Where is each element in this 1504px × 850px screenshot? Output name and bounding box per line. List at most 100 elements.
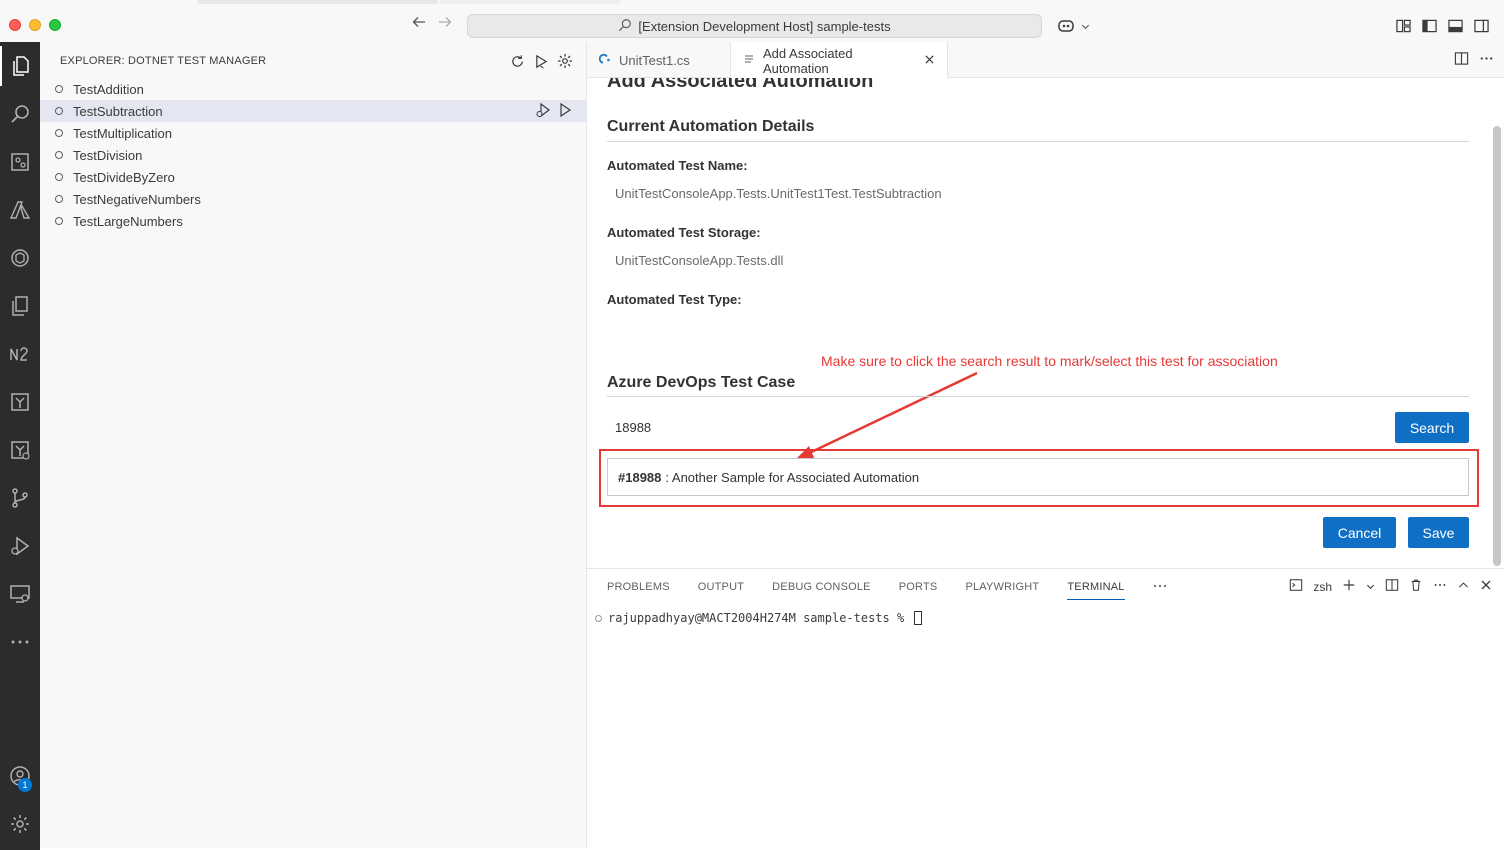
cancel-button[interactable]: Cancel bbox=[1323, 517, 1396, 548]
maximize-window-button[interactable] bbox=[49, 19, 61, 31]
test-type-label: Automated Test Type: bbox=[607, 292, 742, 307]
terminal-shell-icon[interactable] bbox=[1289, 578, 1303, 595]
csharp-file-icon bbox=[598, 53, 611, 68]
trash-icon[interactable] bbox=[1409, 578, 1423, 595]
add-associated-automation-webview: Add Associated Automation Current Automa… bbox=[587, 78, 1504, 568]
split-editor-icon[interactable] bbox=[1454, 51, 1469, 69]
new-terminal-icon[interactable] bbox=[1342, 578, 1356, 595]
refresh-icon[interactable] bbox=[508, 52, 526, 70]
activity-bar: 1 bbox=[0, 42, 40, 850]
section-divider bbox=[607, 141, 1469, 142]
result-id: #18988 bbox=[618, 469, 662, 485]
test-status-icon bbox=[55, 173, 63, 181]
forward-arrow-icon[interactable] bbox=[437, 14, 453, 35]
more-views-icon[interactable] bbox=[0, 622, 40, 662]
test-label: TestAddition bbox=[73, 81, 144, 97]
test-label: TestNegativeNumbers bbox=[73, 191, 201, 207]
more-actions-icon[interactable] bbox=[1433, 578, 1447, 595]
terminal-output[interactable]: rajuppadhyay@MACT2004H274M sample-tests … bbox=[595, 611, 923, 625]
search-result-item[interactable]: #18988 : Another Sample for Associated A… bbox=[607, 458, 1469, 496]
chevron-down-icon[interactable] bbox=[1080, 15, 1090, 37]
terminal-prompt: rajuppadhyay@MACT2004H274M sample-tests … bbox=[608, 611, 905, 625]
tab-ports[interactable]: PORTS bbox=[899, 581, 938, 600]
search-icon[interactable] bbox=[0, 94, 40, 134]
maximize-panel-icon[interactable] bbox=[1457, 579, 1470, 595]
result-title: : Another Sample for Associated Automati… bbox=[665, 469, 920, 485]
command-center-search[interactable]: [Extension Development Host] sample-test… bbox=[467, 14, 1042, 38]
azure-icon[interactable] bbox=[0, 190, 40, 230]
toggle-panel-icon[interactable] bbox=[1442, 15, 1468, 37]
manage-gear-icon[interactable] bbox=[0, 804, 40, 844]
more-actions-icon[interactable] bbox=[1479, 51, 1494, 69]
copy-files-icon[interactable] bbox=[0, 286, 40, 326]
test-item-large-numbers[interactable]: TestLargeNumbers bbox=[40, 210, 587, 232]
debug-test-icon[interactable] bbox=[535, 102, 551, 121]
test-explorer-icon[interactable] bbox=[0, 382, 40, 422]
run-all-tests-icon[interactable] bbox=[532, 52, 550, 70]
tab-problems[interactable]: PROBLEMS bbox=[607, 581, 670, 600]
close-tab-icon[interactable] bbox=[924, 53, 935, 68]
test-status-icon bbox=[55, 85, 63, 93]
settings-gear-icon[interactable] bbox=[556, 52, 574, 70]
run-debug-icon[interactable] bbox=[0, 526, 40, 566]
test-status-icon bbox=[55, 107, 63, 115]
azure-devops-section-title: Azure DevOps Test Case bbox=[607, 374, 796, 391]
test-item-divide-by-zero[interactable]: TestDivideByZero bbox=[40, 166, 587, 188]
explorer-icon[interactable] bbox=[0, 46, 40, 86]
editor-tab-bar: UnitTest1.cs Add Associated Automation bbox=[587, 42, 1504, 79]
panel-overflow-icon[interactable] bbox=[1153, 581, 1167, 600]
test-item-subtraction[interactable]: TestSubtraction bbox=[40, 100, 587, 122]
tab-terminal[interactable]: TERMINAL bbox=[1067, 581, 1125, 600]
run-test-icon[interactable] bbox=[557, 102, 573, 121]
search-button[interactable]: Search bbox=[1395, 412, 1469, 443]
webview-scrollbar[interactable] bbox=[1493, 126, 1501, 566]
toggle-primary-sidebar-icon[interactable] bbox=[1416, 15, 1442, 37]
chevron-down-icon[interactable] bbox=[1366, 580, 1375, 594]
n8n-icon[interactable] bbox=[0, 334, 40, 374]
copilot-icon[interactable] bbox=[1054, 15, 1080, 37]
chatgpt-icon[interactable] bbox=[0, 238, 40, 278]
test-item-addition[interactable]: TestAddition bbox=[40, 78, 587, 100]
test-item-negative-numbers[interactable]: TestNegativeNumbers bbox=[40, 188, 587, 210]
source-control-icon[interactable] bbox=[0, 478, 40, 518]
test-item-multiplication[interactable]: TestMultiplication bbox=[40, 122, 587, 144]
test-label: TestDivision bbox=[73, 147, 143, 163]
test-case-search-input[interactable]: 18988 bbox=[607, 412, 1395, 442]
terminal-shell-label[interactable]: zsh bbox=[1313, 580, 1332, 594]
test-tree: TestAddition TestSubtraction TestMultipl… bbox=[40, 78, 587, 232]
top-strip bbox=[198, 0, 438, 4]
accounts-icon[interactable]: 1 bbox=[0, 756, 40, 796]
preview-file-icon bbox=[743, 53, 755, 68]
search-icon bbox=[618, 18, 632, 35]
close-panel-icon[interactable] bbox=[1480, 579, 1492, 594]
terminal-cursor bbox=[914, 611, 923, 625]
customize-layout-icon[interactable] bbox=[1390, 15, 1416, 37]
back-arrow-icon[interactable] bbox=[411, 14, 427, 35]
test-label: TestDivideByZero bbox=[73, 169, 175, 185]
test-name-label: Automated Test Name: bbox=[607, 158, 748, 173]
test-item-division[interactable]: TestDivision bbox=[40, 144, 587, 166]
page-title: Add Associated Automation bbox=[607, 78, 874, 92]
minimize-window-button[interactable] bbox=[29, 19, 41, 31]
dotnet-test-manager-icon[interactable] bbox=[0, 430, 40, 470]
test-storage-label: Automated Test Storage: bbox=[607, 225, 761, 240]
accounts-badge: 1 bbox=[18, 778, 32, 792]
tab-output[interactable]: OUTPUT bbox=[698, 581, 744, 600]
source-graph-icon[interactable] bbox=[0, 142, 40, 182]
test-name-value: UnitTestConsoleApp.Tests.UnitTest1Test.T… bbox=[615, 186, 942, 201]
save-button[interactable]: Save bbox=[1408, 517, 1469, 548]
toggle-secondary-sidebar-icon[interactable] bbox=[1468, 15, 1494, 37]
split-terminal-icon[interactable] bbox=[1385, 578, 1399, 595]
test-status-icon bbox=[55, 129, 63, 137]
copilot-menu[interactable] bbox=[1054, 15, 1090, 37]
annotation-callout: Make sure to click the search result to … bbox=[821, 353, 1278, 369]
current-automation-section-title: Current Automation Details bbox=[607, 118, 815, 135]
close-window-button[interactable] bbox=[9, 19, 21, 31]
test-label: TestLargeNumbers bbox=[73, 213, 183, 229]
tab-unittest1-cs[interactable]: UnitTest1.cs bbox=[587, 42, 731, 78]
tab-playwright[interactable]: PLAYWRIGHT bbox=[965, 581, 1039, 600]
tab-label: UnitTest1.cs bbox=[619, 52, 690, 68]
tab-debug-console[interactable]: DEBUG CONSOLE bbox=[772, 581, 871, 600]
tab-add-associated-automation[interactable]: Add Associated Automation bbox=[731, 42, 948, 79]
remote-explorer-icon[interactable] bbox=[0, 574, 40, 614]
